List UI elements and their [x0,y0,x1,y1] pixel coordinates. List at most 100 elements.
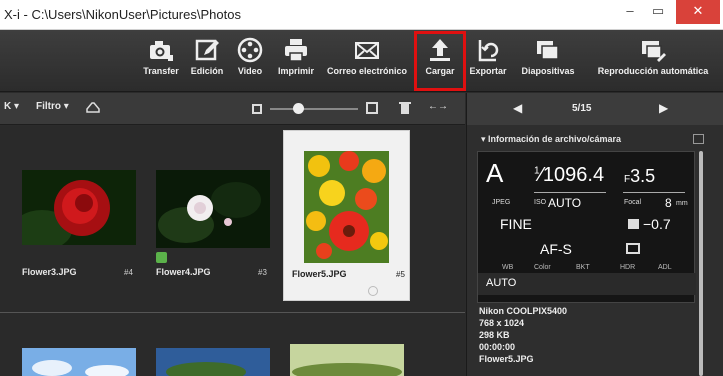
email-button[interactable]: Correo electrónico [324,34,410,88]
image-dimensions: 768 x 1024 [479,318,525,328]
transfer-button[interactable]: Transfer [140,34,182,88]
thumbnail-name: Flower3.JPG [22,267,77,277]
maximize-button[interactable]: ▭ [645,0,671,24]
window-title: X-i - C:\Users\NikonUser\Pictures\Photos [4,7,241,22]
slideshow-button[interactable]: Diapositivas [514,34,582,88]
autoplay-icon [642,41,666,62]
main-toolbar: Transfer Edición Video Imprimir Correo e… [0,30,723,92]
focal-value: 8 [665,196,672,210]
thumbnail-row2-2[interactable] [156,348,270,376]
close-button[interactable]: ✕ [676,0,720,24]
section-header[interactable]: ▾ Información de archivo/cámara [467,129,723,149]
thumbnail-number: #4 [124,268,133,277]
slideshow-label: Diapositivas [521,66,575,76]
edit-label: Edición [190,66,224,76]
autoplay-button[interactable]: Reproducción automática [586,34,720,88]
small-thumb-icon[interactable] [252,104,262,114]
edit-button[interactable]: Edición [188,34,226,88]
viewer-nav: ◀ 5/15 ▶ [467,93,723,125]
film-reel-icon [237,37,263,63]
aperture: F3.5 [624,166,655,187]
filter-dropdown[interactable]: Filtro ▾ [36,101,69,112]
divider [534,192,606,193]
thumbnail-row2-3[interactable] [290,344,404,376]
upload-highlight-frame [414,31,466,91]
label-badge [156,252,167,263]
thumbnail-flower3[interactable] [22,170,136,245]
trash-icon[interactable] [398,100,412,115]
poppies-photo [304,151,389,263]
thumbnail-number: #3 [258,268,267,277]
sky-photo [22,348,136,376]
section-title: ▾ Información de archivo/cámara [481,134,622,144]
bkt-column: BKT [576,264,590,271]
color-column: Color [534,264,551,271]
thumbnail-number: #5 [396,270,405,279]
focal-label: Focal [624,199,642,206]
exposure-compensation: −0.7 [643,216,671,232]
slider-knob[interactable] [293,103,304,114]
wb-value: AUTO [486,277,517,289]
format-badge: JPEG [492,199,511,206]
red-rose-photo [22,180,110,245]
panel-scrollbar[interactable] [699,151,703,376]
metering-icon [626,243,640,254]
af-mode: AF-S [540,241,572,257]
hdr-column: HDR [620,264,636,271]
capture-time: 00:00:00 [479,342,516,352]
print-button[interactable]: Imprimir [272,34,320,88]
video-button[interactable]: Video [232,34,268,88]
thumbnail-card-selected[interactable]: Flower5.JPG #5 [283,130,410,301]
wb-column: WB [502,264,514,271]
previous-button[interactable]: ◀ [513,101,522,115]
label-icon[interactable] [86,100,100,114]
file-size: 298 KB [479,330,510,340]
info-panel: ◀ 5/15 ▶ ▾ Información de archivo/cámara… [466,93,723,376]
export-icon [478,40,499,62]
camera-info-box: A 1⁄1096.4 F3.5 JPEG ISO AUTO Focal 8 mm… [477,151,696,303]
envelope-icon [355,42,379,59]
iso-label: ISO [534,199,547,206]
page-indicator: 5/15 [572,103,592,114]
edit-icon [195,39,219,61]
file-details: Nikon COOLPIX5400 768 x 1024 298 KB 00:0… [479,305,567,365]
next-button[interactable]: ▶ [659,101,668,115]
minimize-button[interactable]: – [617,0,643,24]
wb-row: AUTO [478,273,696,295]
iso-value: AUTO [548,196,582,210]
image-quality: FINE [500,216,532,232]
email-label: Correo electrónico [326,66,408,76]
large-thumb-icon[interactable] [366,102,378,114]
white-rose-photo [158,182,261,243]
export-button[interactable]: Exportar [466,34,510,88]
video-label: Video [237,66,263,76]
adl-column: ADL [658,264,672,271]
thumbnail-size-slider[interactable] [270,108,358,110]
camera-icon [150,41,173,61]
transfer-label: Transfer [143,66,179,76]
panel-options-icon[interactable] [693,134,704,144]
print-label: Imprimir [277,66,314,76]
row-separator [0,312,465,313]
export-label: Exportar [469,66,507,76]
thumbnail-name: Flower5.JPG [292,269,347,279]
thumbnail-name: Flower4.JPG [156,267,211,277]
aperture-value: 3.5 [630,166,656,186]
thumbnail-grid: Flower3.JPG #4 Flower4.JPG #3 Flower5.JP… [0,126,465,376]
printer-icon [285,39,307,62]
shutter-value: ⁄1096.4 [539,164,605,186]
camera-model: Nikon COOLPIX5400 [479,306,568,316]
rotate-icon[interactable] [368,286,378,296]
field-photo [290,344,404,376]
thumbnail-flower5[interactable] [304,151,389,263]
sort-dropdown[interactable]: K ▾ [4,101,19,112]
divider [623,192,685,193]
autoplay-label: Reproducción automática [597,66,709,76]
shooting-mode: A [486,158,504,188]
browser-toolbar: K ▾ Filtro ▾ ←→ [0,93,465,125]
shutter-speed: 1⁄1096.4 [534,164,604,187]
thumbnail-row2-1[interactable] [22,348,136,376]
title-bar: X-i - C:\Users\NikonUser\Pictures\Photos… [0,0,723,30]
arrow-toggle[interactable]: ←→ [428,101,448,112]
thumbnail-flower4[interactable] [156,170,270,248]
